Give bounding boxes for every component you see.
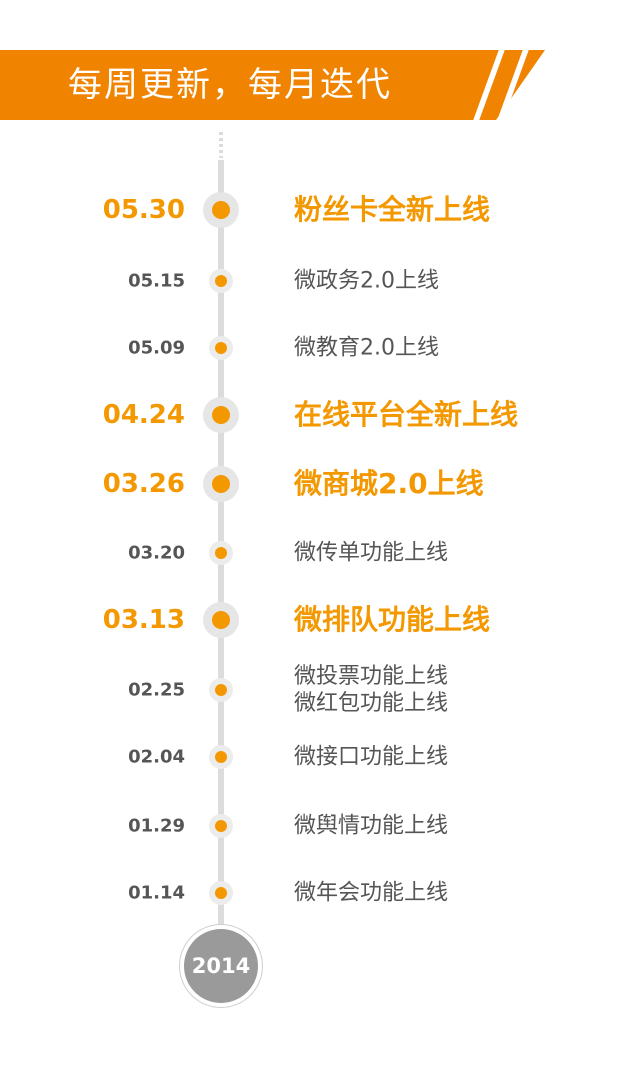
entry-event: 微排队功能上线 [294,604,490,636]
entry-date: 05.09 [128,337,185,359]
entry-event: 微年会功能上线 [294,880,448,907]
entry-event: 微投票功能上线 微红包功能上线 [294,663,448,717]
entry-event-line: 微政务2.0上线 [294,268,439,294]
header-banner: 每周更新，每月迭代 [0,50,545,120]
entry-event: 微政务2.0上线 [294,268,439,295]
entry-event: 微传单功能上线 [294,540,448,567]
timeline-dot-icon [209,745,233,769]
entry-event: 在线平台全新上线 [294,399,518,431]
year-label: 2014 [184,929,258,1003]
entry-event-line: 微接口功能上线 [294,744,449,770]
entry-date: 03.13 [102,605,185,635]
entry-date: 05.15 [128,270,185,292]
entry-event-line: 微红包功能上线 [294,691,449,716]
timeline-dot-icon [209,541,233,565]
timeline-dot-icon [203,602,239,638]
entry-event-line: 微排队功能上线 [294,603,491,636]
entry-date: 01.14 [128,882,185,904]
year-badge: 2014 [179,924,263,1008]
entry-event: 微商城2.0上线 [294,468,484,500]
timeline-dotted-start [219,132,223,158]
entry-event-line: 在线平台全新上线 [294,398,519,431]
entry-event-line: 粉丝卡全新上线 [294,193,491,226]
entry-date: 04.24 [102,400,185,430]
timeline-dot-icon [203,397,239,433]
entry-date: 03.26 [102,469,185,499]
timeline-dot-icon [209,336,233,360]
timeline-dot-icon [209,881,233,905]
timeline-dot-icon [203,466,239,502]
entry-event-line: 微投票功能上线 [294,664,449,689]
entry-event-line: 微商城2.0上线 [294,467,484,500]
entry-event: 粉丝卡全新上线 [294,194,490,226]
timeline-dot-icon [209,269,233,293]
timeline-dot-icon [209,678,233,702]
timeline-dot-icon [209,814,233,838]
entry-event-line: 微教育2.0上线 [294,335,439,361]
entry-event-line: 微年会功能上线 [294,880,449,906]
entry-date: 02.25 [128,679,185,701]
entry-event-line: 微舆情功能上线 [294,813,449,839]
entry-event: 微教育2.0上线 [294,335,439,362]
entry-date: 01.29 [128,815,185,837]
entry-date: 05.30 [102,195,185,225]
entry-event-line: 微传单功能上线 [294,540,449,566]
page-title: 每周更新，每月迭代 [68,65,392,105]
entry-event: 微舆情功能上线 [294,813,448,840]
entry-date: 03.20 [128,542,185,564]
timeline-dot-icon [203,192,239,228]
entry-date: 02.04 [128,746,185,768]
entry-event: 微接口功能上线 [294,744,448,771]
